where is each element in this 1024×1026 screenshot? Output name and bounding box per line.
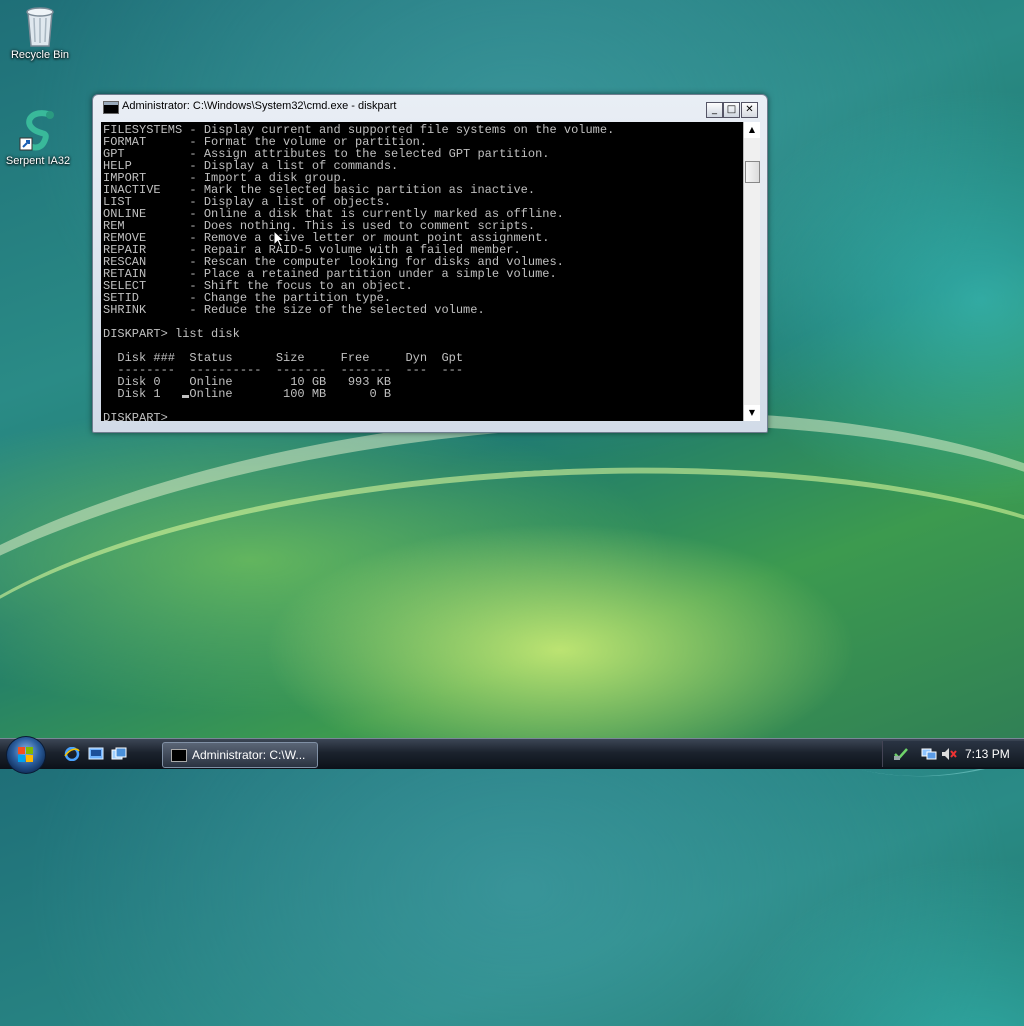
system-tray: 7:13 PM (882, 741, 1024, 767)
close-button[interactable]: ✕ (741, 102, 758, 118)
console-line: Disk 1 Online 100 MB 0 B (103, 387, 392, 401)
taskbar-item-label: Administrator: C:\W... (192, 748, 306, 762)
serpent-icon (18, 108, 58, 152)
window-titlebar[interactable]: Administrator: C:\Windows\System32\cmd.e… (93, 95, 767, 118)
console-line: DISKPART> (103, 411, 176, 421)
vertical-scrollbar[interactable]: ▲ ▼ (743, 122, 760, 421)
console-text: FILESYSTEMS - Display current and suppor… (101, 122, 743, 421)
cmd-window[interactable]: Administrator: C:\Windows\System32\cmd.e… (92, 94, 768, 433)
maximize-button[interactable]: □ (723, 102, 740, 118)
desktop-icon-serpent[interactable]: Serpent IA32 (0, 108, 78, 167)
window-title: Administrator: C:\Windows\System32\cmd.e… (122, 100, 397, 112)
console-app-icon (171, 749, 187, 762)
minimize-button[interactable]: _ (706, 102, 723, 118)
scroll-up-button[interactable]: ▲ (744, 122, 760, 138)
internet-explorer-icon[interactable] (64, 747, 80, 761)
volume-muted-icon[interactable] (941, 747, 957, 761)
recycle-bin-icon (20, 2, 60, 47)
text-cursor (182, 395, 189, 398)
console-app-icon (103, 101, 119, 114)
start-button[interactable] (6, 736, 46, 774)
security-center-icon[interactable] (893, 747, 909, 761)
desktop-icon-recycle-bin[interactable]: Recycle Bin (0, 2, 80, 61)
taskbar: Administrator: C:\W... 7:13 PM (0, 736, 1024, 774)
windows-logo-icon (18, 747, 34, 763)
taskbar-item-cmd[interactable]: Administrator: C:\W... (162, 742, 318, 768)
mouse-pointer-icon (273, 230, 285, 248)
console-output[interactable]: FILESYSTEMS - Display current and suppor… (101, 122, 743, 421)
desktop-icon-label: Serpent IA32 (5, 155, 71, 167)
scroll-down-button[interactable]: ▼ (744, 405, 760, 421)
desktop-icon-label: Recycle Bin (10, 49, 70, 61)
console-line: SHRINK - Reduce the size of the selected… (103, 303, 485, 317)
show-desktop-icon[interactable] (88, 747, 104, 761)
console-line: DISKPART> list disk (103, 327, 240, 341)
network-icon[interactable] (921, 747, 937, 761)
switch-windows-icon[interactable] (111, 747, 127, 761)
clock[interactable]: 7:13 PM (965, 747, 1010, 761)
scroll-thumb[interactable] (745, 161, 760, 183)
